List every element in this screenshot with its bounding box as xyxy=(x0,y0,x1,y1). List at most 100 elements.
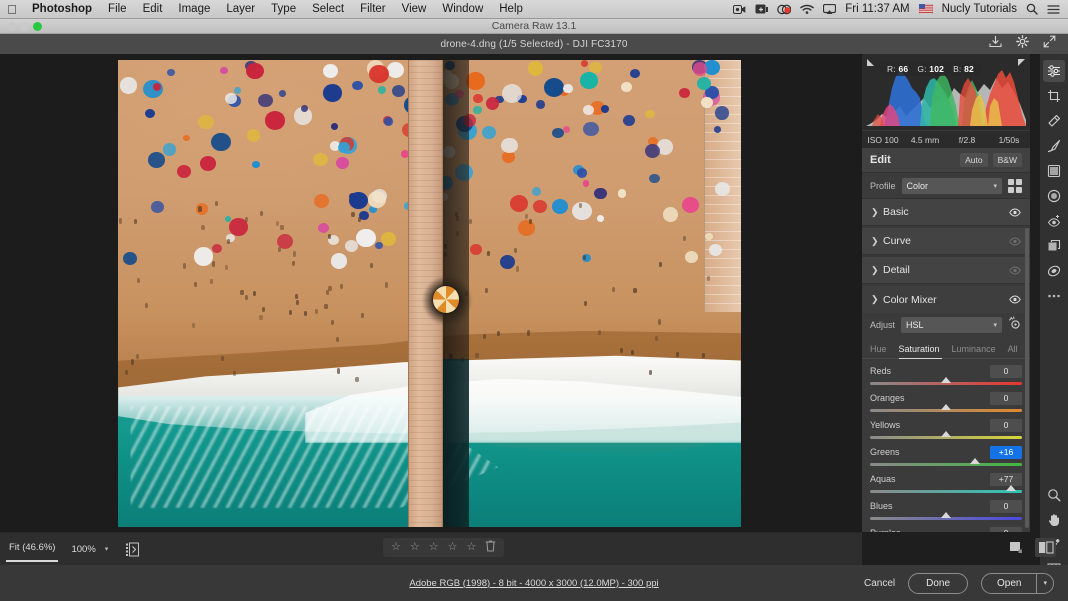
section-detail[interactable]: ❯ Detail xyxy=(862,257,1030,284)
screen-record-icon[interactable] xyxy=(733,4,746,15)
adjust-mode-select[interactable]: HSL ▾ xyxy=(901,317,1002,333)
slider-aquas[interactable]: Aquas +77 xyxy=(870,472,1022,493)
visibility-eye-icon[interactable] xyxy=(1009,237,1021,246)
menu-item-view[interactable]: View xyxy=(394,3,435,15)
slider-thumb[interactable] xyxy=(941,512,951,518)
slider-thumb[interactable] xyxy=(941,431,951,437)
image-canvas-stage[interactable] xyxy=(0,54,862,532)
hand-tool-icon[interactable] xyxy=(1043,509,1065,531)
zoom-level-label[interactable]: 100% xyxy=(71,544,95,555)
red-eye-icon[interactable] xyxy=(1043,210,1065,232)
search-icon[interactable] xyxy=(1026,3,1038,15)
chevron-down-icon[interactable]: ▾ xyxy=(1036,574,1053,593)
more-options-icon[interactable] xyxy=(1043,285,1065,307)
targeted-adjustment-icon[interactable] xyxy=(1008,316,1022,335)
edit-panel-scroll-area[interactable]: Edit Auto B&W Profile Color ▾ ❯ Basic ❯ … xyxy=(862,148,1030,532)
star-rating-5[interactable]: ☆ xyxy=(467,542,477,553)
us-flag-icon[interactable] xyxy=(919,4,933,14)
slider-value-field[interactable]: 0 xyxy=(990,419,1022,432)
crop-icon[interactable] xyxy=(1043,85,1065,107)
section-basic[interactable]: ❯ Basic xyxy=(862,199,1030,226)
menu-item-photoshop[interactable]: Photoshop xyxy=(24,3,100,15)
slider-track[interactable] xyxy=(870,463,1022,466)
slider-track[interactable] xyxy=(870,517,1022,520)
slider-value-field[interactable]: +77 xyxy=(990,473,1022,486)
slider-value-field[interactable]: +16 xyxy=(990,446,1022,459)
menu-item-edit[interactable]: Edit xyxy=(135,3,171,15)
slider-purples[interactable]: Purples 0 xyxy=(870,526,1022,532)
menu-item-type[interactable]: Type xyxy=(263,3,304,15)
menu-bar-username[interactable]: Nucly Tutorials xyxy=(942,3,1017,15)
slider-track[interactable] xyxy=(870,382,1022,385)
menu-item-layer[interactable]: Layer xyxy=(218,3,263,15)
done-button[interactable]: Done xyxy=(908,573,968,594)
slider-thumb[interactable] xyxy=(970,458,980,464)
dropbox-icon[interactable] xyxy=(777,4,791,15)
star-rating-2[interactable]: ☆ xyxy=(410,542,420,553)
profile-select[interactable]: Color ▾ xyxy=(902,178,1002,194)
save-image-icon[interactable] xyxy=(989,35,1002,53)
tab-saturation[interactable]: Saturation xyxy=(899,344,947,358)
raw-photo-preview[interactable] xyxy=(118,60,741,527)
reject-flag-icon[interactable] xyxy=(485,539,496,557)
menu-item-image[interactable]: Image xyxy=(170,3,218,15)
tab-luminance[interactable]: Luminance xyxy=(952,344,1003,358)
menu-bar-clock[interactable]: Fri 11:37 AM xyxy=(845,3,909,15)
menu-item-filter[interactable]: Filter xyxy=(352,3,394,15)
slider-yellows[interactable]: Yellows 0 xyxy=(870,418,1022,439)
profile-browser-icon[interactable] xyxy=(1008,179,1022,193)
single-view-icon[interactable] xyxy=(1005,538,1026,557)
before-after-view-icon[interactable] xyxy=(1035,538,1056,557)
star-rating-4[interactable]: ☆ xyxy=(448,542,458,553)
bw-button[interactable]: B&W xyxy=(993,153,1022,167)
auto-button[interactable]: Auto xyxy=(960,153,988,167)
menu-item-file[interactable]: File xyxy=(100,3,135,15)
cancel-button[interactable]: Cancel xyxy=(864,578,895,589)
preferences-gear-icon[interactable] xyxy=(1016,35,1029,53)
filmstrip-toggle-icon[interactable] xyxy=(126,542,140,557)
section-curve[interactable]: ❯ Curve xyxy=(862,228,1030,255)
slider-value-field[interactable]: 0 xyxy=(990,365,1022,378)
tab-hue[interactable]: Hue xyxy=(870,344,894,358)
radial-filter-icon[interactable] xyxy=(1043,185,1065,207)
histogram-panel[interactable]: R: 66 G: 102 B: 82 xyxy=(862,54,1030,130)
spot-healing-icon[interactable] xyxy=(1043,110,1065,132)
star-rating-1[interactable]: ☆ xyxy=(391,542,401,553)
display-icon[interactable] xyxy=(755,4,768,15)
slider-track[interactable] xyxy=(870,436,1022,439)
menu-item-select[interactable]: Select xyxy=(304,3,352,15)
slider-greens[interactable]: Greens +16 xyxy=(870,445,1022,466)
adjustment-brush-icon[interactable] xyxy=(1043,135,1065,157)
slider-value-field[interactable]: 0 xyxy=(990,392,1022,405)
slider-value-field[interactable]: 0 xyxy=(990,527,1022,533)
star-rating-3[interactable]: ☆ xyxy=(429,542,439,553)
edit-sliders-icon[interactable] xyxy=(1043,60,1065,82)
apple-menu-icon[interactable]:  xyxy=(0,3,24,16)
fit-zoom-label[interactable]: Fit (46.6%) xyxy=(9,542,55,557)
slider-thumb[interactable] xyxy=(941,377,951,383)
edit-panel-scrollbar[interactable] xyxy=(1025,228,1029,528)
visibility-eye-icon[interactable] xyxy=(1009,208,1021,217)
tab-all[interactable]: All xyxy=(1008,344,1025,358)
open-button[interactable]: Open xyxy=(982,574,1036,593)
snapshots-icon[interactable] xyxy=(1043,235,1065,257)
visibility-eye-icon[interactable] xyxy=(1009,295,1021,304)
wifi-icon[interactable] xyxy=(800,4,814,15)
slider-track[interactable] xyxy=(870,409,1022,412)
visibility-eye-icon[interactable] xyxy=(1009,266,1021,275)
zoom-tool-icon[interactable] xyxy=(1043,484,1065,506)
slider-value-field[interactable]: 0 xyxy=(990,500,1022,513)
chevron-down-icon[interactable]: ▾ xyxy=(105,545,109,553)
menu-item-help[interactable]: Help xyxy=(491,3,531,15)
graduated-filter-icon[interactable] xyxy=(1043,160,1065,182)
section-color-mixer[interactable]: ❯ Color Mixer xyxy=(862,286,1030,313)
airplay-icon[interactable] xyxy=(823,4,836,15)
slider-thumb[interactable] xyxy=(1006,485,1016,491)
slider-reds[interactable]: Reds 0 xyxy=(870,364,1022,385)
slider-thumb[interactable] xyxy=(941,404,951,410)
menu-item-window[interactable]: Window xyxy=(434,3,491,15)
control-center-icon[interactable] xyxy=(1047,4,1060,15)
presets-icon[interactable] xyxy=(1043,260,1065,282)
slider-blues[interactable]: Blues 0 xyxy=(870,499,1022,520)
slider-oranges[interactable]: Oranges 0 xyxy=(870,391,1022,412)
